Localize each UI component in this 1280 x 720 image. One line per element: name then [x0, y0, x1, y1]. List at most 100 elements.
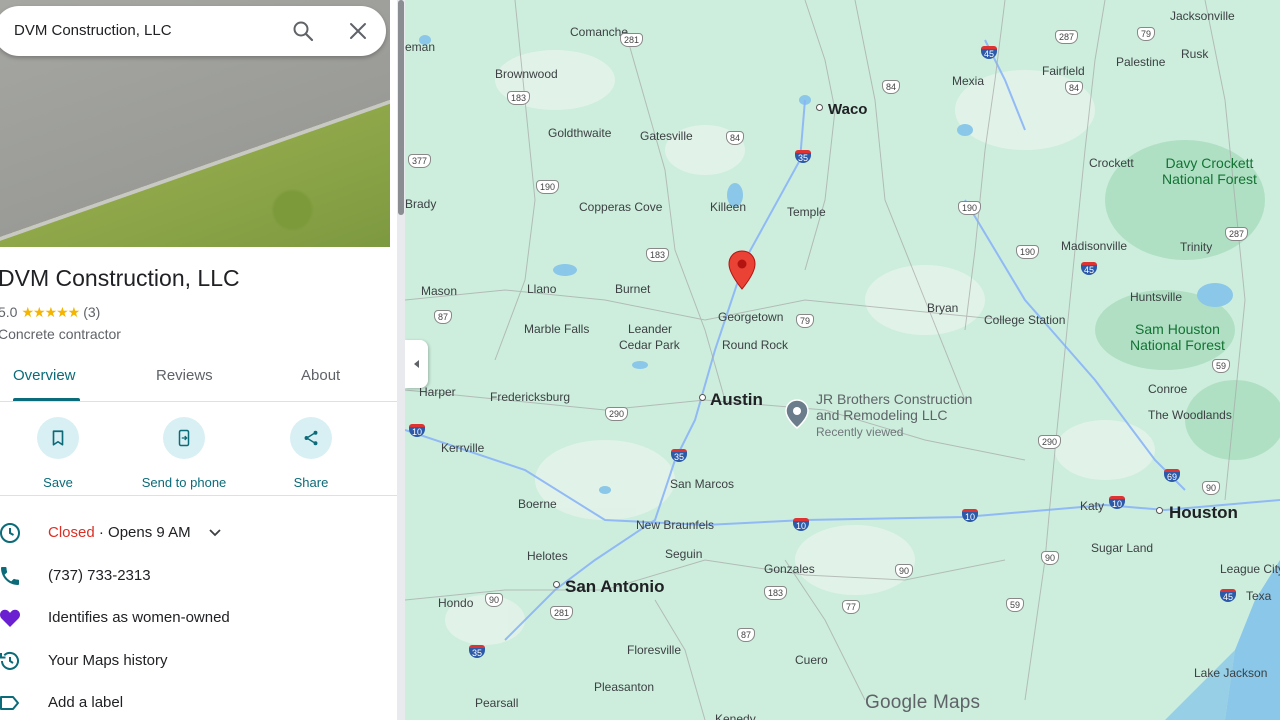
- map-label-town[interactable]: Leander: [628, 322, 672, 336]
- map-label-town[interactable]: The Woodlands: [1148, 408, 1232, 423]
- map-label-town[interactable]: Goldthwaite: [548, 126, 611, 140]
- map-label-town[interactable]: Killeen: [710, 200, 746, 214]
- map-label-town[interactable]: Kenedy: [715, 712, 756, 720]
- map-label-town[interactable]: Lake Jackson: [1194, 666, 1267, 680]
- map-label-town[interactable]: Gonzales: [764, 562, 815, 576]
- highway-shield: 87: [434, 310, 453, 324]
- map-label-town[interactable]: Brownwood: [495, 67, 558, 81]
- map-label-town[interactable]: College Station: [984, 313, 1065, 327]
- label-icon: [0, 696, 19, 710]
- search-input[interactable]: DVM Construction, LLC: [14, 22, 172, 39]
- map-label-town[interactable]: Gatesville: [640, 129, 693, 143]
- map-label-town[interactable]: Bryan: [927, 301, 958, 315]
- phone-row[interactable]: (737) 733-2313: [0, 556, 397, 596]
- active-tab-indicator: [13, 398, 80, 401]
- map-label-town[interactable]: Trinity: [1180, 240, 1212, 254]
- map-label-town[interactable]: Burnet: [615, 282, 650, 296]
- send-to-phone-label: Send to phone: [141, 475, 227, 490]
- map-label-town[interactable]: eman: [405, 40, 435, 54]
- map-label-town[interactable]: Llano: [527, 282, 556, 296]
- scrollbar-thumb[interactable]: [398, 0, 404, 215]
- map-label-town[interactable]: Conroe: [1148, 382, 1187, 396]
- map-canvas[interactable]: Austin San Antonio Houston Waco Comanche…: [405, 0, 1280, 720]
- map-label-town[interactable]: Round Rock: [722, 338, 788, 352]
- search-box[interactable]: DVM Construction, LLC: [0, 6, 386, 56]
- map-label-town[interactable]: Jacksonville: [1170, 9, 1235, 23]
- map-label-park[interactable]: Sam Houston National Forest: [1130, 321, 1225, 353]
- map-label-town[interactable]: Pleasanton: [594, 680, 654, 694]
- phone-number[interactable]: (737) 733-2313: [48, 567, 151, 584]
- selected-place-pin-icon[interactable]: [728, 250, 756, 290]
- hours-row[interactable]: Closed · Opens 9 AM: [0, 513, 397, 553]
- map-label-austin[interactable]: Austin: [710, 390, 763, 410]
- map-label-town[interactable]: Floresville: [627, 643, 681, 657]
- map-label-town[interactable]: Temple: [787, 205, 826, 219]
- map-label-town[interactable]: Marble Falls: [524, 322, 589, 336]
- phone-icon: [1, 567, 19, 585]
- highway-shield: 90: [895, 564, 914, 578]
- save-button-circle: [37, 417, 79, 459]
- map-label-town[interactable]: Texa: [1246, 589, 1271, 603]
- send-to-phone-button[interactable]: Send to phone: [129, 417, 239, 490]
- share-button[interactable]: Share: [256, 417, 366, 490]
- map-label-town[interactable]: New Braunfels: [636, 518, 714, 532]
- map-label-town[interactable]: Georgetown: [718, 310, 783, 324]
- highway-shield: 287: [1225, 227, 1249, 241]
- map-label-town[interactable]: Copperas Cove: [579, 200, 662, 214]
- map-label-town[interactable]: Kerrville: [441, 441, 484, 455]
- highway-shield: 79: [796, 314, 815, 328]
- map-label-town[interactable]: Mexia: [952, 74, 984, 88]
- recently-viewed-pin-icon[interactable]: [785, 399, 809, 429]
- map-label-town[interactable]: Katy: [1080, 499, 1104, 513]
- map-label-town[interactable]: Huntsville: [1130, 290, 1182, 304]
- map-label-town[interactable]: Sugar Land: [1091, 541, 1153, 555]
- action-bar: Save Send to phone Share: [0, 402, 397, 496]
- collapse-panel-button[interactable]: [405, 340, 428, 388]
- poi-name[interactable]: JR Brothers Construction and Remodeling …: [816, 391, 972, 423]
- add-label-text[interactable]: Add a label: [48, 694, 123, 711]
- map-label-town[interactable]: Boerne: [518, 497, 557, 511]
- map-label-town[interactable]: Rusk: [1181, 47, 1208, 61]
- tab-reviews[interactable]: Reviews: [156, 367, 213, 384]
- map-label-town[interactable]: Cedar Park: [619, 338, 680, 352]
- map-label-waco[interactable]: Waco: [828, 101, 867, 118]
- closed-status: Closed: [48, 524, 95, 541]
- map-label-town[interactable]: Crockett: [1089, 156, 1134, 170]
- map-label-town[interactable]: Hondo: [438, 596, 473, 610]
- search-icon[interactable]: [291, 19, 315, 43]
- map-label-town[interactable]: Fairfield: [1042, 64, 1085, 78]
- highway-shield: 183: [646, 248, 670, 262]
- review-count[interactable]: (3): [83, 304, 100, 320]
- map-label-town[interactable]: Pearsall: [475, 696, 518, 710]
- tab-about[interactable]: About: [301, 367, 340, 384]
- map-label-town[interactable]: Helotes: [527, 549, 568, 563]
- panel-scrollbar[interactable]: [397, 0, 405, 720]
- map-label-town[interactable]: Palestine: [1116, 55, 1165, 69]
- map-label-town[interactable]: Harper: [419, 385, 456, 399]
- chevron-down-icon[interactable]: [208, 528, 222, 538]
- city-dot: [699, 394, 706, 401]
- maps-history-text[interactable]: Your Maps history: [48, 652, 168, 669]
- map-label-town[interactable]: Fredericksburg: [490, 390, 570, 404]
- highway-shield: 84: [882, 80, 901, 94]
- map-label-park[interactable]: Davy Crockett National Forest: [1162, 155, 1257, 187]
- map-label-town[interactable]: Madisonville: [1061, 239, 1127, 253]
- caret-left-icon: [413, 360, 419, 368]
- heart-icon: [0, 609, 20, 627]
- women-owned-row[interactable]: Identifies as women-owned: [0, 598, 397, 638]
- map-label-town[interactable]: Cuero: [795, 653, 828, 667]
- close-icon[interactable]: [346, 19, 370, 43]
- map-label-town[interactable]: Seguin: [665, 547, 702, 561]
- map-label-town[interactable]: Mason: [421, 284, 457, 298]
- map-label-town[interactable]: League City: [1220, 562, 1280, 576]
- city-dot: [816, 104, 823, 111]
- map-label-houston[interactable]: Houston: [1169, 503, 1238, 523]
- map-label-town[interactable]: San Marcos: [670, 477, 734, 491]
- add-label-row[interactable]: Add a label: [0, 683, 397, 720]
- maps-history-row[interactable]: Your Maps history: [0, 641, 397, 681]
- map-label-town[interactable]: Brady: [405, 197, 436, 211]
- map-label-san-antonio[interactable]: San Antonio: [565, 577, 664, 597]
- tab-overview[interactable]: Overview: [13, 367, 76, 384]
- place-category[interactable]: Concrete contractor: [0, 326, 121, 342]
- save-button[interactable]: Save: [3, 417, 113, 490]
